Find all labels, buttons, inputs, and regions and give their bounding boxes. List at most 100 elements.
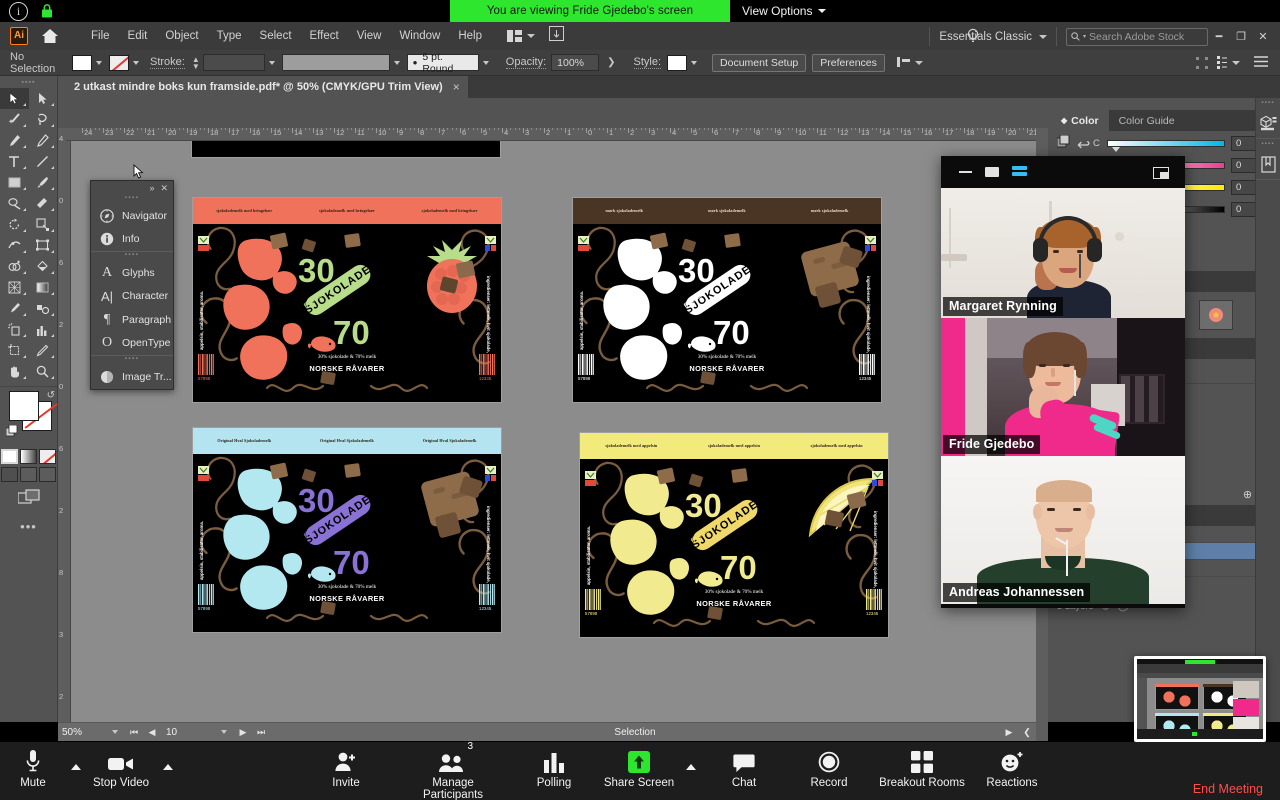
menu-file[interactable]: File [82,26,119,46]
magic-wand-tool[interactable] [0,109,29,130]
video-options-caret-icon[interactable] [163,764,173,770]
artboard-canvas[interactable]: sjokolademelk med bringebær sjokolademel… [71,141,1036,722]
first-page-button[interactable]: ⏮ [125,727,143,738]
mute-button[interactable]: Mute [0,748,76,789]
share-options-caret-icon[interactable] [686,764,696,770]
share-screen-button[interactable]: Share Screen [596,748,682,789]
menu-edit[interactable]: Edit [119,26,157,46]
breakout-rooms-button[interactable]: Breakout Rooms [872,748,972,789]
next-page-button[interactable]: ▶ [234,727,252,738]
gallery-view-icon[interactable] [1012,166,1027,178]
close-icon[interactable]: × [453,80,460,94]
distribute-icon[interactable] [1196,56,1208,69]
paintbrush-tool[interactable] [29,172,58,193]
manage-participants-button[interactable]: 3 Manage Participants [403,741,503,800]
perspective-grid-tool[interactable] [0,277,29,298]
chevron-down-icon[interactable] [691,60,698,65]
panel-item-info[interactable]: Info [91,228,173,252]
color-fill-button[interactable] [1,449,18,464]
status-collapse-button[interactable]: ❮ [1018,727,1036,738]
tab-color-guide[interactable]: Color Guide [1109,110,1185,131]
artboard-white-choc[interactable]: Original Hval Sjokolademelk Original Hva… [192,427,502,633]
hand-tool[interactable] [0,361,29,382]
document-tab[interactable]: 2 utkast mindre boks kun framside.pdf* @… [66,76,468,98]
rectangle-tool[interactable] [0,172,29,193]
screen-share-thumbnail[interactable] [1134,656,1266,742]
default-fill-stroke-icon[interactable] [5,424,19,443]
chevron-down-icon[interactable] [133,60,139,65]
arrange-documents-button[interactable] [507,30,535,42]
maximize-icon[interactable] [985,167,999,177]
channel-slider[interactable] [1107,140,1225,152]
artboard-partial-top[interactable] [191,141,501,158]
menu-object[interactable]: Object [156,26,207,46]
workspace-selector[interactable]: Essentials Classic [929,27,1057,46]
picture-in-picture-icon[interactable] [1153,167,1169,179]
chevron-down-icon[interactable] [393,60,400,65]
record-button[interactable]: Record [786,748,872,789]
artboard-raspberry[interactable]: sjokolademelk med bringebær sjokolademel… [192,197,502,403]
panel-grip[interactable]: ▪▪▪▪ [1256,139,1280,149]
info-icon[interactable]: i [9,2,28,21]
menu-view[interactable]: View [348,26,391,46]
home-icon[interactable] [40,27,60,45]
panel-item-navigator[interactable]: Navigator [91,204,173,228]
fill-color-swatch[interactable] [9,391,39,421]
video-tile-margaret[interactable]: Margaret Rynning [941,188,1185,318]
panel-item-paragraph[interactable]: ¶ Paragraph [91,308,173,332]
gradient-tool[interactable] [29,277,58,298]
none-fill-button[interactable] [39,449,56,464]
restore-button[interactable]: ❐ [1230,26,1252,46]
live-paint-bucket-tool[interactable] [29,256,58,277]
artboard-dark[interactable]: mørk sjokolademelk mørk sjokolademelk mø… [572,197,882,403]
last-page-button[interactable]: ⏭ [252,727,270,738]
polling-button[interactable]: Polling [511,748,597,789]
opacity-options-icon[interactable]: ❯ [607,57,615,68]
scale-tool[interactable] [29,214,58,235]
draw-behind-button[interactable] [20,467,37,482]
close-button[interactable]: ✕ [1252,26,1274,46]
panel-expand-controls[interactable]: » [1051,98,1280,110]
direct-selection-tool[interactable] [29,88,58,109]
chevron-down-icon[interactable] [112,730,118,734]
symbol-sprayer-tool[interactable] [0,319,29,340]
gradient-fill-button[interactable] [20,449,37,464]
page-number-field[interactable]: 10 [161,725,217,739]
invite-button[interactable]: Invite [303,748,389,789]
menu-select[interactable]: Select [251,26,301,46]
brush-definition[interactable]: • 5 pt. Round [406,51,479,75]
free-transform-tool[interactable] [29,235,58,256]
chevron-down-icon[interactable] [482,60,489,65]
panel-item-glyphs[interactable]: A Glyphs [91,261,173,285]
reactions-button[interactable]: Reactions [969,748,1055,789]
video-tile-fride[interactable]: Fride Gjedebo [941,318,1185,456]
lasso-tool[interactable] [29,109,58,130]
selection-tool[interactable] [0,88,29,109]
type-tool[interactable] [0,151,29,172]
libraries-icon[interactable] [1256,149,1280,179]
fill-swatch[interactable] [72,54,92,71]
panel-grip[interactable]: ▪▪▪▪ [1256,98,1280,108]
slice-tool[interactable] [29,340,58,361]
panel-grip[interactable]: ▪▪▪▪ [91,195,173,204]
panel-item-opentype[interactable]: O OpenType [91,332,173,356]
screen-mode-toggle[interactable] [0,489,57,509]
eraser-tool[interactable] [29,193,58,214]
panel-grip[interactable]: ▪▪▪▪ [91,252,173,261]
width-tool[interactable] [0,235,29,256]
menu-effect[interactable]: Effect [301,26,348,46]
swap-fill-stroke-icon[interactable]: ↺ [47,390,55,401]
eyedropper-tool[interactable] [0,298,29,319]
stop-video-button[interactable]: Stop Video [78,748,164,789]
new-item-icon[interactable]: ⊕ [1243,488,1252,501]
rotate-tool[interactable] [0,214,29,235]
minimize-button[interactable]: ━ [1208,26,1230,46]
artboard-tool[interactable] [0,340,29,361]
draw-inside-button[interactable] [39,467,56,482]
chevron-down-icon[interactable] [221,730,227,734]
panel-grip[interactable]: ▪▪▪▪ [91,356,173,365]
status-menu-button[interactable]: ▶ [1000,727,1018,738]
chevron-down-icon[interactable] [96,60,102,65]
view-options-button[interactable]: View Options [730,0,839,22]
previous-page-button[interactable]: ◀ [143,727,161,738]
